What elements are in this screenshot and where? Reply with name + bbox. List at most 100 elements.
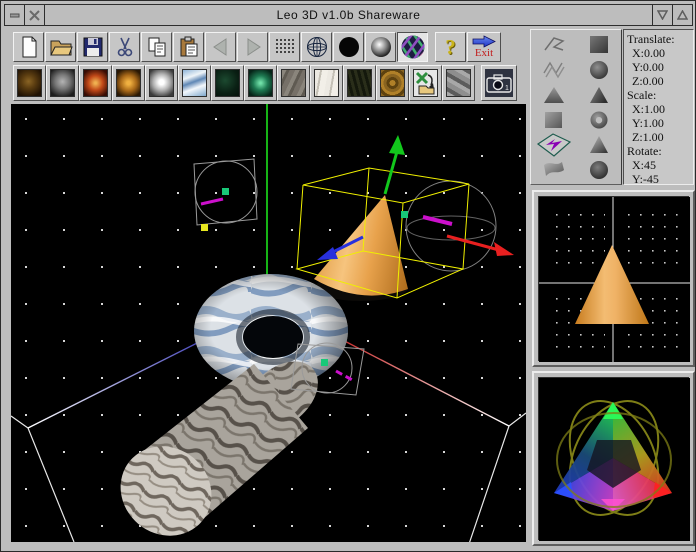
globe-wireframe-icon xyxy=(305,35,329,59)
camera-icon: 1 xyxy=(485,69,513,97)
cube-icon xyxy=(587,34,611,56)
tool-torus[interactable] xyxy=(576,107,621,132)
texture-gray-sphere[interactable] xyxy=(46,65,79,101)
new-button[interactable] xyxy=(13,32,44,62)
silver-sphere-icon xyxy=(149,69,174,97)
forward-arrow-icon xyxy=(241,35,265,59)
minimize-icon xyxy=(10,10,20,20)
texture-red-sphere[interactable] xyxy=(79,65,112,101)
svg-text:1: 1 xyxy=(505,85,509,92)
solid-sphere-button[interactable] xyxy=(333,32,364,62)
triangle-2d-icon xyxy=(542,84,566,106)
tool-cone[interactable] xyxy=(576,82,621,107)
save-floppy-icon xyxy=(81,35,105,59)
main-3d-viewport[interactable] xyxy=(11,104,526,542)
textured-sphere-button[interactable] xyxy=(397,32,428,62)
scale-x: X:1.00 xyxy=(627,102,693,116)
texture-load-button[interactable] xyxy=(409,65,442,101)
square-2d-icon xyxy=(542,109,566,131)
scene-canvas xyxy=(11,104,526,542)
texture-wavy-marble[interactable] xyxy=(442,65,475,101)
front-view-canvas xyxy=(539,197,690,362)
color-space-canvas xyxy=(539,378,690,541)
texture-dark-green-moss[interactable] xyxy=(211,65,244,101)
help-icon: ? xyxy=(445,37,456,57)
app-window: Leo 3D v1.0b Shareware xyxy=(0,0,696,552)
wireframe-sphere-button[interactable] xyxy=(301,32,332,62)
texture-teal-sphere[interactable] xyxy=(244,65,277,101)
teal-sphere-icon xyxy=(248,69,273,97)
cut-button[interactable] xyxy=(109,32,140,62)
scale-z: Z:1.00 xyxy=(627,130,693,144)
new-document-icon xyxy=(17,35,41,59)
solid-sphere-icon xyxy=(337,35,361,59)
shaded-sphere-icon xyxy=(369,35,393,59)
grid-button[interactable] xyxy=(269,32,300,62)
copy-button[interactable] xyxy=(141,32,172,62)
render-camera-button[interactable]: 1 xyxy=(481,65,517,101)
scale-y: Y:1.00 xyxy=(627,116,693,130)
green-handle xyxy=(321,359,328,366)
translate-label: Translate: xyxy=(627,32,693,46)
cut-scissors-icon xyxy=(113,35,137,59)
window-title: Leo 3D v1.0b Shareware xyxy=(45,5,652,25)
texture-gray-marble[interactable] xyxy=(277,65,310,101)
sky-clouds-icon xyxy=(182,69,207,97)
texture-wood-rings[interactable] xyxy=(376,65,409,101)
open-polygon-icon xyxy=(542,34,566,56)
color-space-panel[interactable] xyxy=(532,371,695,546)
paste-clipboard-icon xyxy=(177,35,201,59)
free-deform-selected-icon xyxy=(536,132,572,158)
open-button[interactable] xyxy=(45,32,76,62)
tool-free-deform[interactable] xyxy=(531,132,576,157)
brown-sphere-icon xyxy=(17,69,42,97)
texture-silver-sphere[interactable] xyxy=(145,65,178,101)
translate-x: X:0.00 xyxy=(627,46,693,60)
green-handle xyxy=(222,188,229,195)
green-handle xyxy=(401,211,408,218)
tool-triangle-2d[interactable] xyxy=(531,82,576,107)
close-icon xyxy=(29,10,40,21)
tool-cube[interactable] xyxy=(576,32,621,57)
texture-sky-clouds[interactable] xyxy=(178,65,211,101)
texture-white-marble[interactable] xyxy=(310,65,343,101)
shade-button[interactable] xyxy=(652,5,672,25)
texture-dark-circuit[interactable] xyxy=(343,65,376,101)
copy-icon xyxy=(145,35,169,59)
back-button[interactable] xyxy=(205,32,236,62)
ellipsoid-icon xyxy=(587,159,611,181)
tool-ellipsoid[interactable] xyxy=(576,157,621,182)
gray-sphere-icon xyxy=(50,69,75,97)
tool-zigzag-lines[interactable] xyxy=(531,57,576,82)
tool-square-2d[interactable] xyxy=(531,107,576,132)
minimize-button[interactable] xyxy=(5,5,25,25)
maximize-button[interactable] xyxy=(672,5,692,25)
transform-info-panel: Translate: X:0.00 Y:0.00 Z:0.00 Scale: X… xyxy=(623,29,694,185)
tool-curved-ribbon[interactable] xyxy=(531,157,576,182)
paste-button[interactable] xyxy=(173,32,204,62)
texture-gold-sphere[interactable] xyxy=(112,65,145,101)
gold-sphere-icon xyxy=(116,69,141,97)
front-view-panel[interactable] xyxy=(532,190,695,367)
texture-brown-sphere[interactable] xyxy=(13,65,46,101)
forward-button[interactable] xyxy=(237,32,268,62)
yellow-handle xyxy=(201,224,208,231)
rotate-x: X:45 xyxy=(627,158,693,172)
exit-button[interactable]: Exit xyxy=(467,32,501,62)
shaded-sphere-button[interactable] xyxy=(365,32,396,62)
textured-sphere-icon xyxy=(400,34,426,60)
sphere-icon xyxy=(587,59,611,81)
close-button[interactable] xyxy=(25,5,45,25)
triangle-down-icon xyxy=(657,10,668,20)
tool-open-polygon[interactable] xyxy=(531,32,576,57)
tool-sphere[interactable] xyxy=(576,57,621,82)
help-button[interactable]: ? xyxy=(435,32,466,62)
triangle-up-icon xyxy=(677,10,688,20)
save-button[interactable] xyxy=(77,32,108,62)
zigzag-lines-icon xyxy=(542,59,566,81)
torus-icon xyxy=(587,109,611,131)
cone-icon xyxy=(587,84,611,106)
tool-pyramid[interactable] xyxy=(576,132,621,157)
translate-z: Z:0.00 xyxy=(627,74,693,88)
exit-label: Exit xyxy=(475,48,493,58)
